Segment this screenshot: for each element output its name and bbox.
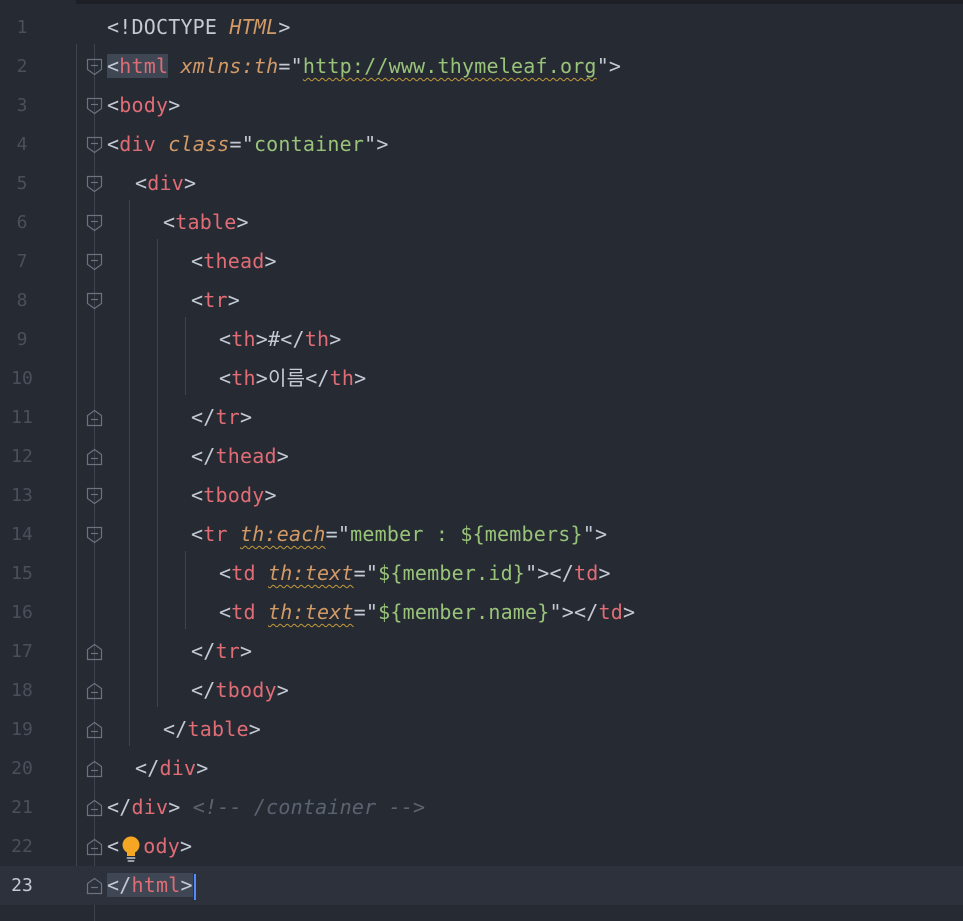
code-editor[interactable]: 1 <!DOCTYPE HTML> 2 <html xmlns:th="http… [0, 0, 963, 921]
line-number: 23 [11, 875, 33, 896]
code-text: <body> [107, 93, 181, 117]
line-number: 9 [16, 329, 28, 350]
fold-open-icon[interactable] [86, 175, 103, 193]
code-text: </tr> [191, 639, 253, 663]
line-number: 4 [16, 134, 28, 155]
code-line-8[interactable]: 8 <tr> [0, 281, 963, 320]
fold-close-icon[interactable] [86, 448, 103, 466]
code-text: </div> [135, 756, 209, 780]
code-line-23[interactable]: 23 </html> [0, 866, 963, 905]
line-number: 14 [11, 524, 33, 545]
code-text: <tr th:each="member : ${members}"> [191, 522, 608, 546]
code-text: <tbody> [191, 483, 277, 507]
fold-close-icon[interactable] [86, 799, 103, 817]
line-number: 11 [11, 407, 33, 428]
line-number: 5 [16, 173, 28, 194]
fold-close-icon[interactable] [86, 838, 103, 856]
fold-close-icon[interactable] [86, 409, 103, 427]
line-number: 13 [11, 485, 33, 506]
line-number: 20 [11, 758, 33, 779]
code-line-12[interactable]: 12 </thead> [0, 437, 963, 476]
code-line-21[interactable]: 21 </div> <!-- /container --> [0, 788, 963, 827]
code-line-19[interactable]: 19 </table> [0, 710, 963, 749]
code-line-3[interactable]: 3 <body> [0, 86, 963, 125]
code-text: </html> [107, 866, 196, 905]
fold-close-icon[interactable] [86, 760, 103, 778]
code-text: <!DOCTYPE HTML> [107, 15, 291, 39]
fold-close-icon[interactable] [86, 721, 103, 739]
code-line-6[interactable]: 6 <table> [0, 203, 963, 242]
code-text: <table> [163, 210, 249, 234]
editor-top-border [0, 0, 963, 4]
code-line-16[interactable]: 16 <td th:text="${member.name}"></td> [0, 593, 963, 632]
code-text: <td th:text="${member.name}"></td> [219, 600, 636, 624]
line-number: 10 [11, 368, 33, 389]
fold-close-icon[interactable] [86, 682, 103, 700]
code-line-17[interactable]: 17 </tr> [0, 632, 963, 671]
line-number: 1 [16, 17, 28, 38]
code-text: </thead> [191, 444, 289, 468]
code-text: </div> <!-- /container --> [107, 795, 426, 819]
code-text: </tbody> [191, 678, 289, 702]
fold-open-icon[interactable] [86, 487, 103, 505]
fold-open-icon[interactable] [86, 214, 103, 232]
line-number: 15 [11, 563, 33, 584]
line-number: 17 [11, 641, 33, 662]
text-caret [193, 873, 196, 900]
code-line-15[interactable]: 15 <td th:text="${member.id}"></td> [0, 554, 963, 593]
fold-open-icon[interactable] [86, 136, 103, 154]
line-number: 16 [11, 602, 33, 623]
line-number: 7 [16, 251, 28, 272]
fold-close-icon[interactable] [86, 877, 103, 895]
line-number: 19 [11, 719, 33, 740]
code-text: <tr> [191, 288, 240, 312]
fold-close-icon[interactable] [86, 643, 103, 661]
code-line-13[interactable]: 13 <tbody> [0, 476, 963, 515]
fold-open-icon[interactable] [86, 253, 103, 271]
code-text: <div class="container"> [107, 132, 389, 156]
line-number: 12 [11, 446, 33, 467]
code-line-10[interactable]: 10 <th>이름</th> [0, 359, 963, 398]
code-line-1[interactable]: 1 <!DOCTYPE HTML> [0, 8, 963, 47]
code-line-4[interactable]: 4 <div class="container"> [0, 125, 963, 164]
code-text: <thead> [191, 249, 277, 273]
line-number: 2 [16, 56, 28, 77]
code-line-9[interactable]: 9 <th>#</th> [0, 320, 963, 359]
code-line-14[interactable]: 14 <tr th:each="member : ${members}"> [0, 515, 963, 554]
line-number: 21 [11, 797, 33, 818]
line-number: 22 [11, 836, 33, 857]
fold-open-icon[interactable] [86, 292, 103, 310]
lightbulb-icon[interactable] [120, 835, 142, 865]
code-text: <td th:text="${member.id}"></td> [219, 561, 611, 585]
code-text: </table> [163, 717, 261, 741]
code-line-18[interactable]: 18 </tbody> [0, 671, 963, 710]
code-text: <th>이름</th> [219, 366, 367, 390]
fold-open-icon[interactable] [86, 97, 103, 115]
code-line-2[interactable]: 2 <html xmlns:th="http://www.thymeleaf.o… [0, 47, 963, 86]
line-number: 8 [16, 290, 28, 311]
fold-open-icon[interactable] [86, 58, 103, 76]
line-number: 3 [16, 95, 28, 116]
code-line-20[interactable]: 20 </div> [0, 749, 963, 788]
fold-open-icon[interactable] [86, 526, 103, 544]
code-text: <th>#</th> [219, 327, 342, 351]
line-number: 6 [16, 212, 28, 233]
code-text: <html xmlns:th="http://www.thymeleaf.org… [107, 54, 622, 78]
code-line-11[interactable]: 11 </tr> [0, 398, 963, 437]
code-text: </tr> [191, 405, 253, 429]
code-line-7[interactable]: 7 <thead> [0, 242, 963, 281]
code-line-22[interactable]: 22 < ody> [0, 827, 963, 866]
line-number: 18 [11, 680, 33, 701]
code-line-5[interactable]: 5 <div> [0, 164, 963, 203]
code-text: <div> [135, 171, 197, 195]
